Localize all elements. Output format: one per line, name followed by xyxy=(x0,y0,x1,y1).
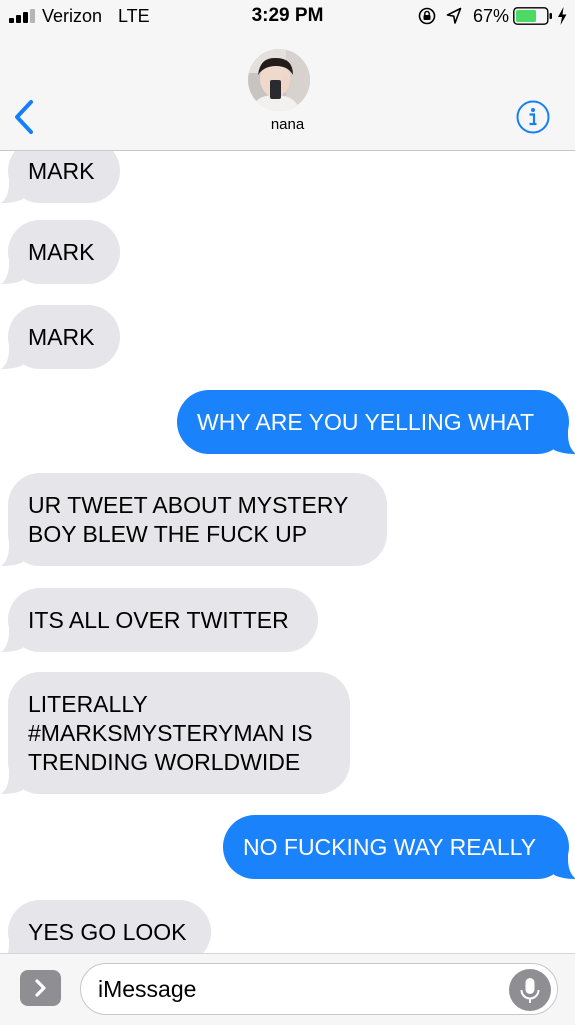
compose-bar: iMessage xyxy=(0,953,575,1025)
incoming-message-bubble[interactable]: LITERALLY #MARKSMYSTERYMAN IS TRENDING WOR… xyxy=(1,672,350,794)
bubble-tail xyxy=(7,938,23,953)
bubble-tail xyxy=(1,258,23,284)
message-list[interactable]: MARK MARK MARK WHY ARE YOU YELLING WHAT UR T… xyxy=(0,151,575,953)
message-text: WHY ARE YOU YELLING WHAT xyxy=(197,408,534,437)
info-button[interactable] xyxy=(516,100,550,134)
battery-icon xyxy=(513,7,552,25)
apps-button[interactable] xyxy=(20,970,61,1006)
incoming-message-bubble[interactable]: ITS ALL OVER TWITTER xyxy=(1,588,318,652)
message-text-line: MARK xyxy=(28,238,95,265)
chevron-right-icon xyxy=(35,979,46,997)
status-bar: Verizon LTE 3:29 PM 67% xyxy=(0,0,575,34)
message-text-line: YES GO LOOK xyxy=(28,918,187,945)
dictation-button[interactable] xyxy=(509,969,551,1011)
message-text-line: LITERALLY xyxy=(28,690,148,717)
outgoing-message-bubble[interactable]: NO FUCKING WAY REALLY xyxy=(223,815,575,879)
message-text: MARK xyxy=(28,157,94,186)
bubble-tail xyxy=(1,540,23,566)
message-text: ITS ALL OVER TWITTER xyxy=(28,606,289,635)
bubble-tail xyxy=(1,343,23,369)
bubble-tail xyxy=(554,853,575,879)
contact-avatar[interactable] xyxy=(248,49,310,111)
incoming-message-bubble[interactable]: UR TWEET ABOUT MYSTERY BOY BLEW THE FUCK … xyxy=(1,473,387,566)
contact-name[interactable]: nana xyxy=(0,116,575,133)
bubble-tail xyxy=(1,177,23,203)
avatar-photo xyxy=(248,49,310,111)
message-input-placeholder: iMessage xyxy=(98,976,197,1002)
message-text-line: UR TWEET ABOUT MYSTERY xyxy=(28,491,349,518)
location-arrow-icon xyxy=(446,7,462,24)
message-text-line: ITS ALL OVER TWITTER xyxy=(28,606,289,633)
bubble-tail xyxy=(1,768,23,794)
battery-percentage: 67% xyxy=(473,6,510,26)
incoming-message-bubble[interactable]: MARK xyxy=(1,151,120,203)
message-text: MARK xyxy=(28,323,94,352)
incoming-message-bubble[interactable]: YES GO LOOK xyxy=(7,900,211,953)
message-text: NO FUCKING WAY REALLY xyxy=(243,833,536,862)
message-text-line: #MARKSMYSTERYMAN IS xyxy=(28,719,313,746)
message-text: LITERALLY #MARKSMYSTERYMAN IS TRENDING WOR… xyxy=(28,690,313,777)
incoming-message-bubble[interactable]: MARK xyxy=(1,220,120,284)
conversation-header: nana xyxy=(0,34,575,151)
charging-bolt-icon xyxy=(558,7,567,25)
message-text-line: WHY ARE YOU YELLING WHAT xyxy=(197,408,534,435)
bubble-tail xyxy=(1,626,23,652)
message-text-line: MARK xyxy=(28,323,95,350)
message-input[interactable]: iMessage xyxy=(80,963,558,1015)
message-text-line: NO FUCKING WAY REALLY xyxy=(243,833,537,860)
microphone-icon xyxy=(520,978,540,1003)
message-text: UR TWEET ABOUT MYSTERY BOY BLEW THE FUCK … xyxy=(28,491,348,549)
bubble-tail xyxy=(554,428,575,454)
message-text-line: MARK xyxy=(28,157,95,184)
message-text-line: TRENDING WORLDWIDE xyxy=(28,748,301,775)
outgoing-message-bubble[interactable]: WHY ARE YOU YELLING WHAT xyxy=(177,390,575,454)
rotation-lock-icon xyxy=(418,7,436,25)
message-text: YES GO LOOK xyxy=(28,918,187,947)
incoming-message-bubble[interactable]: MARK xyxy=(1,305,120,369)
message-text-line: BOY BLEW THE FUCK UP xyxy=(28,520,308,547)
message-text: MARK xyxy=(28,238,94,267)
